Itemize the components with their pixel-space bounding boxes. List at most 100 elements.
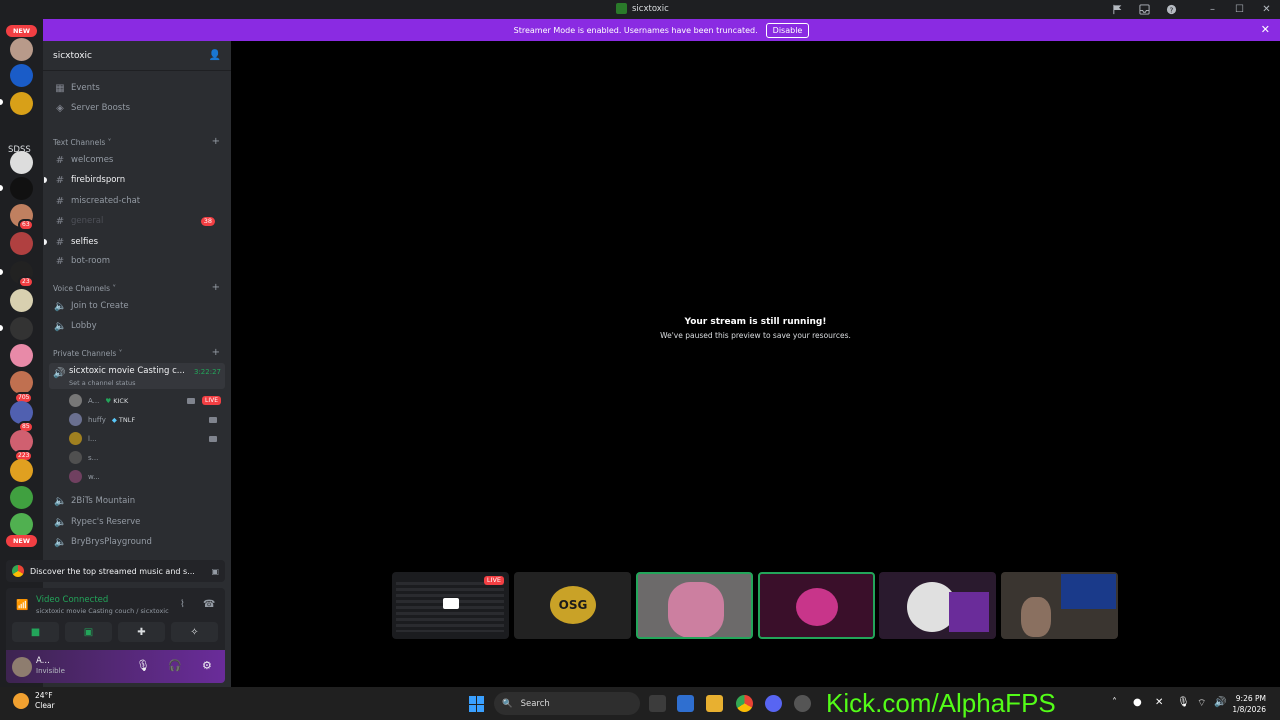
screen-share-button[interactable]: ▣ <box>65 622 112 642</box>
disconnect-icon[interactable]: ☎ <box>203 599 215 610</box>
server-header[interactable]: sicxtoxic 👤 <box>43 41 231 71</box>
participant-name: A... <box>88 396 100 405</box>
voice-2bits-mountain[interactable]: 🔈 2BiTs Mountain <box>49 492 225 510</box>
channel-firebirdsporn[interactable]: # firebirdsporn <box>49 171 225 189</box>
discord-icon[interactable] <box>765 695 782 712</box>
voice-rypecs-reserve[interactable]: 🔈 Rypec's Reserve <box>49 513 225 531</box>
inbox-icon[interactable] <box>1131 0 1158 19</box>
category-voice-channels[interactable]: Voice Channels ˅ <box>53 284 116 293</box>
help-icon[interactable]: ? <box>1158 0 1185 19</box>
voice-status[interactable]: Video Connected <box>36 595 108 605</box>
headphones-icon[interactable]: 🎧 <box>168 659 182 672</box>
add-channel-icon[interactable]: + <box>212 136 220 147</box>
maximize-icon[interactable]: ☐ <box>1226 0 1253 19</box>
volume-icon[interactable]: 🔊 <box>1214 697 1226 708</box>
channel-miscreated-chat[interactable]: # miscreated-chat <box>49 192 225 210</box>
task-view-icon[interactable] <box>649 695 666 712</box>
unread-indicator <box>44 177 47 183</box>
channel-status-prompt[interactable]: Set a channel status <box>69 379 136 387</box>
server-icon[interactable] <box>10 38 33 61</box>
category-text-channels[interactable]: Text Channels ˅ <box>53 138 111 147</box>
username[interactable]: A... <box>36 656 50 666</box>
add-member-icon[interactable]: 👤 <box>209 50 221 61</box>
channel-label: Rypec's Reserve <box>71 517 141 527</box>
server-icon[interactable] <box>10 513 33 536</box>
flag-decoration <box>1061 574 1116 609</box>
channel-selfies[interactable]: # selfies <box>49 233 225 251</box>
chevron-up-icon[interactable]: ˄ <box>1112 697 1117 708</box>
unread-indicator <box>0 185 3 191</box>
participant-tile[interactable]: OSG <box>514 572 631 639</box>
avatar <box>69 470 82 483</box>
server-icon[interactable] <box>10 486 33 509</box>
stream-paused-subtitle: We've paused this preview to save your r… <box>660 331 851 340</box>
server-icon[interactable] <box>10 92 33 115</box>
title-bar: sicxtoxic ? – ☐ ✕ <box>0 0 1280 19</box>
server-icon[interactable] <box>10 232 33 255</box>
server-icon[interactable] <box>10 289 33 312</box>
tray-app-icon[interactable]: ● <box>1133 697 1142 708</box>
participant-tile[interactable] <box>879 572 996 639</box>
file-explorer-icon[interactable] <box>706 695 723 712</box>
server-icon[interactable] <box>10 344 33 367</box>
chrome-icon[interactable] <box>736 695 753 712</box>
weather-widget[interactable]: 24°F Clear <box>13 691 55 711</box>
activity-promo[interactable]: Discover the top streamed music and s...… <box>6 560 225 582</box>
channel-bot-room[interactable]: # bot-room <box>49 252 225 270</box>
server-icon[interactable] <box>10 459 33 482</box>
settings-icon[interactable]: ⚙ <box>202 659 212 672</box>
voice-lobby[interactable]: 🔈 Lobby <box>49 317 225 335</box>
voice-channel-path[interactable]: sicxtoxic movie Casting couch / sicxtoxi… <box>36 607 169 615</box>
participant-tile[interactable] <box>636 572 753 639</box>
app-icon[interactable] <box>794 695 811 712</box>
participant-tile[interactable] <box>1001 572 1118 639</box>
voice-participant[interactable]: l... <box>69 430 225 447</box>
server-icon[interactable] <box>10 151 33 174</box>
server-boosts-item[interactable]: ◈ Server Boosts <box>49 99 225 117</box>
mute-icon[interactable]: ✕ <box>1155 697 1163 708</box>
dismiss-icon[interactable]: ▣ <box>211 567 219 576</box>
server-icon[interactable] <box>10 177 33 200</box>
add-channel-icon[interactable]: + <box>212 282 220 293</box>
activities-button[interactable]: ✚ <box>118 622 165 642</box>
minimize-icon[interactable]: – <box>1199 0 1226 19</box>
voice-participant[interactable]: A... ♥ KICK LIVE <box>69 392 225 409</box>
store-icon[interactable] <box>677 695 694 712</box>
server-icon[interactable] <box>10 371 33 394</box>
noise-suppression-icon[interactable]: ⌇ <box>180 599 185 610</box>
avatar-feed <box>796 588 838 626</box>
channel-label: firebirdsporn <box>71 175 126 185</box>
camera-button[interactable]: ■ <box>12 622 59 642</box>
server-icon[interactable] <box>10 317 33 340</box>
soundboard-button[interactable]: ✧ <box>171 622 218 642</box>
add-channel-icon[interactable]: + <box>212 347 220 358</box>
close-window-icon[interactable]: ✕ <box>1253 0 1280 19</box>
events-item[interactable]: ▦ Events <box>49 79 225 97</box>
voice-participant[interactable]: w... <box>69 468 225 485</box>
channel-welcomes[interactable]: # welcomes <box>49 151 225 169</box>
active-voice-channel[interactable]: 🔊 sicxtoxic movie Casting c... Set a cha… <box>49 363 225 389</box>
stream-paused-title: Your stream is still running! <box>684 317 827 327</box>
participant-tile[interactable] <box>758 572 875 639</box>
category-private-channels[interactable]: Private Channels ˅ <box>53 349 122 358</box>
voice-brybrys-playground[interactable]: 🔈 BryBrysPlayground <box>49 533 225 551</box>
start-icon[interactable] <box>469 696 485 712</box>
search-box[interactable]: 🔍 Search <box>494 692 640 715</box>
chrome-icon <box>12 565 24 577</box>
voice-participant[interactable]: huffy ◆ TNLF <box>69 411 225 428</box>
clock[interactable]: 9:26 PM 1/8/2026 <box>1232 693 1266 715</box>
microphone-icon[interactable]: 🎙 <box>136 659 150 672</box>
microphone-icon[interactable]: 🎙 <box>1177 697 1190 708</box>
server-icon[interactable] <box>10 64 33 87</box>
signal-icon[interactable]: 📶 <box>16 600 28 611</box>
close-icon[interactable]: ✕ <box>1261 23 1270 36</box>
wifi-icon[interactable]: ⌔ <box>1197 697 1206 710</box>
voice-participant[interactable]: s... <box>69 449 225 466</box>
voice-join-to-create[interactable]: 🔈 Join to Create <box>49 297 225 315</box>
stream-tile[interactable]: LIVE <box>392 572 509 639</box>
flag-icon[interactable] <box>1104 0 1131 19</box>
speaker-icon: 🔈 <box>54 300 67 312</box>
channel-general[interactable]: # general 38 <box>49 212 225 230</box>
avatar[interactable] <box>12 657 32 677</box>
disable-button[interactable]: Disable <box>765 22 810 38</box>
